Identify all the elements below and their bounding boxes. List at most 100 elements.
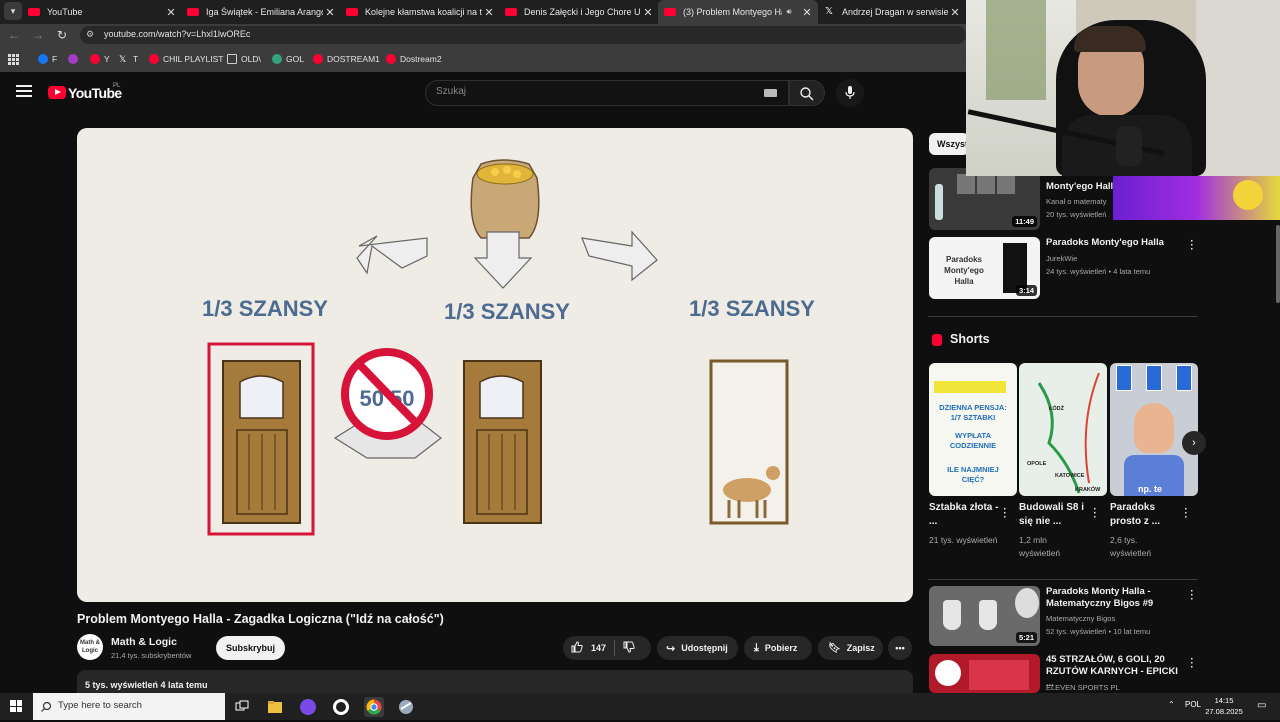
messenger-icon[interactable] xyxy=(298,697,318,717)
task-view-icon[interactable] xyxy=(232,697,252,717)
more-vertical-icon[interactable]: · · · xyxy=(1188,655,1196,673)
bookmark-item[interactable]: Y xyxy=(90,46,110,72)
browser-tab-title: Andrzej Dragan w serwisie X: ,, xyxy=(842,7,948,17)
dislike-button[interactable] xyxy=(623,641,635,655)
rec-thumbnail-4[interactable] xyxy=(929,654,1040,693)
browser-tab[interactable]: Denis Załęcki i Jego Chore Unis ✕ xyxy=(499,0,659,24)
short-title-3[interactable]: Paradoks prosto z ... xyxy=(1110,501,1180,529)
tray-chevron-icon[interactable]: ⌃ xyxy=(1168,700,1175,709)
bookmark-label: Y xyxy=(104,54,110,64)
page-scrollbar[interactable] xyxy=(1276,225,1280,303)
short-thumbnail-2[interactable]: ŁÓDŹ OPOLE KATOWICE KRAKÓW xyxy=(1019,363,1107,496)
bookmark-icon xyxy=(272,54,282,64)
rec-duration: 3:14 xyxy=(1015,285,1037,296)
bookmark-item[interactable] xyxy=(68,46,82,72)
close-tab-icon[interactable]: ✕ xyxy=(164,6,178,19)
close-tab-icon[interactable]: ✕ xyxy=(482,6,496,19)
more-vertical-icon[interactable]: · · · xyxy=(1188,587,1196,605)
rec-duration: 11:49 xyxy=(1012,216,1037,227)
more-vertical-icon[interactable]: · · · xyxy=(1001,505,1009,523)
taskbar-search-placeholder[interactable]: Type here to search xyxy=(58,700,142,711)
rec-thumb-text: Paradoks Monty'ego Halla xyxy=(944,255,984,286)
bookmark-icon xyxy=(227,54,237,64)
apps-grid-icon[interactable] xyxy=(8,46,19,72)
browser-tab-title: (3) Problem Montyego Halla xyxy=(683,7,782,17)
notification-icon[interactable]: ▭ xyxy=(1257,700,1266,711)
bookmark-item[interactable]: Dostream2 xyxy=(386,46,442,72)
bookmark-item[interactable]: OLD\ xyxy=(227,46,261,72)
like-button[interactable] xyxy=(571,641,583,655)
video-title: Problem Montyego Halla - Zagadka Logiczn… xyxy=(77,612,444,626)
bookmark-label: CHIL PLAYLIST xyxy=(163,54,224,64)
webcam-overlay xyxy=(966,0,1280,176)
forward-icon[interactable]: → xyxy=(30,27,46,43)
hamburger-menu-icon[interactable] xyxy=(16,85,32,99)
video-player[interactable]: 1/3 SZANSY 1/3 SZANSY 1/3 SZANSY 50 50 xyxy=(77,128,913,602)
chrome-icon[interactable] xyxy=(364,697,384,717)
speaker-icon[interactable]: 🔊︎ xyxy=(782,7,796,17)
thumbs-up-icon xyxy=(571,641,583,653)
windows-start-icon[interactable] xyxy=(10,700,22,712)
search-icon xyxy=(41,701,52,712)
more-actions-button[interactable]: ••• xyxy=(888,636,912,660)
reload-icon[interactable]: ↻ xyxy=(54,27,70,43)
search-button[interactable] xyxy=(789,80,825,106)
rec-thumbnail-2[interactable]: Paradoks Monty'ego Halla 3:14 xyxy=(929,237,1040,299)
rec-title-2[interactable]: Paradoks Monty'ego Halla xyxy=(1046,237,1176,249)
close-tab-icon[interactable]: ✕ xyxy=(948,6,962,19)
more-vertical-icon[interactable]: · · · xyxy=(1188,237,1196,255)
bookmark-icon: 𝕏 xyxy=(119,54,127,64)
short-title-1[interactable]: Sztabka złota - ... xyxy=(929,501,999,529)
url-text[interactable]: youtube.com/watch?v=Lhxl1lwOREc xyxy=(104,29,250,39)
rec-thumbnail-3[interactable]: 5:21 xyxy=(929,586,1040,646)
arrow-right-icon xyxy=(581,230,658,282)
microphone-icon xyxy=(845,86,855,99)
browser-tab[interactable]: Iga Świątek - Emiliana Arango | ✕ xyxy=(181,0,341,24)
tab-search-icon[interactable]: ▾ xyxy=(4,2,22,20)
search-input[interactable] xyxy=(436,86,736,97)
short-thumbnail-1[interactable]: DZIENNA PENSJA: 1/7 SZTABKI WYPŁATA CODZ… xyxy=(929,363,1017,496)
short-thumbnail-3[interactable]: np. te xyxy=(1110,363,1198,496)
bookmark-icon xyxy=(149,54,159,64)
more-vertical-icon[interactable]: · · · xyxy=(1182,505,1190,523)
taskbar-clock[interactable]: 14:15 27.08.2025 xyxy=(1204,695,1244,717)
browser-tab[interactable]: (3) Problem Montyego Halla🔊︎ ✕ xyxy=(658,0,818,24)
browser-tab[interactable]: Kolejne kłamstwa koalicji na te ✕ xyxy=(340,0,500,24)
bookmark-item[interactable]: CHIL PLAYLIST xyxy=(149,46,223,72)
app-icon[interactable] xyxy=(396,697,416,717)
bookmark-item[interactable]: F xyxy=(38,46,57,72)
money-bag-icon xyxy=(470,159,540,239)
shorts-heading: Shorts xyxy=(950,332,990,346)
filter-chip-all[interactable]: Wszyst xyxy=(929,133,969,155)
bookmark-item[interactable]: DOSTREAM1 xyxy=(313,46,380,72)
youtube-logo-icon[interactable] xyxy=(48,86,66,99)
channel-name[interactable]: Math & Logic xyxy=(111,636,177,648)
rec-thumbnail-1[interactable]: 11:49 xyxy=(929,168,1040,230)
download-button[interactable]: ⤓ Pobierz xyxy=(744,636,812,660)
close-tab-icon[interactable]: ✕ xyxy=(641,6,655,19)
rec-channel-2[interactable]: JurekWie xyxy=(1046,252,1186,265)
close-tab-icon[interactable]: ✕ xyxy=(323,6,337,19)
keyboard-icon[interactable] xyxy=(764,89,777,97)
shorts-next-button[interactable]: › xyxy=(1182,431,1206,455)
browser-tab[interactable]: YouTube ✕ xyxy=(22,0,182,24)
site-info-icon[interactable]: ⚙ xyxy=(86,29,98,41)
open-door-goat xyxy=(709,359,789,525)
language-indicator[interactable]: POL xyxy=(1185,700,1201,709)
subscribe-button[interactable]: Subskrybuj xyxy=(216,636,285,660)
bookmark-item[interactable]: 𝕏T xyxy=(119,46,138,72)
rec-title-3[interactable]: Paradoks Monty Halla - Matematyczny Bigo… xyxy=(1046,586,1176,610)
more-vertical-icon[interactable]: · · · xyxy=(1091,505,1099,523)
steam-icon[interactable] xyxy=(331,697,351,717)
bookmark-item[interactable]: GOL xyxy=(272,46,304,72)
rec-channel-3[interactable]: Matematyczny Bigos xyxy=(1046,612,1186,625)
channel-avatar[interactable]: Math & Logic xyxy=(77,634,103,660)
save-button[interactable]: 🔖︎ Zapisz xyxy=(818,636,883,660)
back-icon[interactable]: ← xyxy=(6,27,22,43)
voice-search-button[interactable] xyxy=(836,79,864,107)
share-button[interactable]: ↪ Udostępnij xyxy=(657,636,738,660)
file-explorer-icon[interactable] xyxy=(265,697,285,717)
browser-tab[interactable]: 𝕏 Andrzej Dragan w serwisie X: ,,✕ xyxy=(817,0,966,24)
close-tab-icon[interactable]: ✕ xyxy=(800,6,814,19)
short-title-2[interactable]: Budowali S8 i się nie ... xyxy=(1019,501,1089,529)
